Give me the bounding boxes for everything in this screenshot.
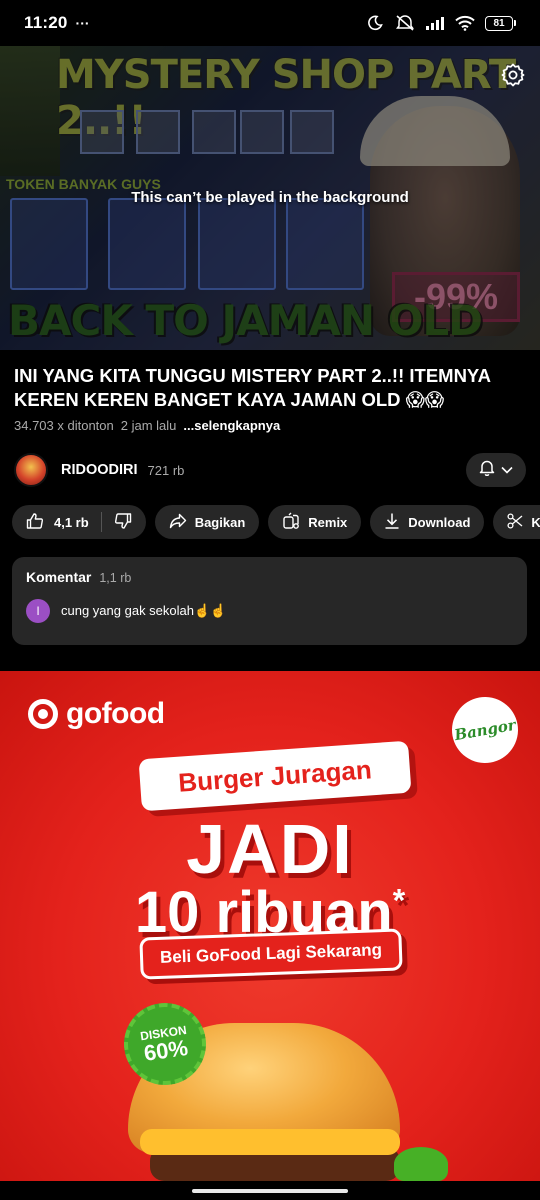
gofood-brand: gofood	[66, 697, 165, 730]
discount-value: 60%	[142, 1034, 190, 1066]
thumbs-down-icon	[114, 512, 132, 533]
view-count: 34.703 x ditonton	[14, 418, 114, 433]
ad-cta-pill: Beli GoFood Lagi Sekarang	[139, 928, 403, 980]
download-icon	[384, 512, 400, 533]
status-icons: 81	[365, 15, 516, 31]
show-more-link[interactable]: ...selengkapnya	[183, 418, 280, 433]
status-time: 11:20	[24, 13, 68, 32]
gesture-nav-bar	[0, 1181, 540, 1200]
channel-avatar[interactable]	[14, 453, 48, 487]
thumbs-up-icon	[26, 512, 44, 533]
upload-time: 2 jam lalu	[120, 418, 177, 433]
subscriber-count: 721 rb	[147, 462, 185, 478]
comments-header: Komentar 1,1 rb	[26, 569, 513, 585]
bell-icon	[479, 459, 495, 481]
download-label: Download	[408, 514, 471, 530]
share-icon	[169, 513, 187, 532]
chevron-down-icon	[501, 461, 513, 479]
download-button[interactable]: Download	[370, 505, 485, 539]
video-player[interactable]: MYSTERY SHOP PART 2..!! TOKEN BANYAK GUY…	[0, 46, 540, 350]
gofood-logo: gofood	[28, 697, 165, 731]
burger-lettuce-image	[394, 1147, 448, 1181]
channel-row: RIDOODIRI 721 rb	[14, 452, 526, 488]
video-meta[interactable]: 34.703 x ditonton 2 jam lalu ...selengka…	[14, 418, 280, 433]
gear-icon[interactable]	[500, 62, 526, 88]
dislike-button[interactable]	[114, 512, 132, 533]
comments-count: 1,1 rb	[99, 571, 132, 585]
comments-panel[interactable]: Komentar 1,1 rb I cung yang gak sekolah☝…	[12, 557, 527, 645]
status-bar: 11:20 ··· 81	[0, 0, 540, 46]
home-gesture-handle[interactable]	[192, 1189, 348, 1193]
remix-icon	[282, 512, 300, 533]
comments-title: Komentar	[26, 569, 92, 585]
video-title[interactable]: INI YANG KITA TUNGGU MISTERY PART 2..!! …	[14, 364, 524, 412]
burger-cheese-image	[140, 1129, 400, 1155]
moon-icon	[365, 15, 385, 31]
gofood-ad[interactable]: gofood Bangor Burger Juragan JADI 10 rib…	[0, 671, 540, 1181]
battery-level: 81	[485, 15, 513, 31]
muted-alarm-icon	[395, 15, 415, 31]
bangor-badge: Bangor	[446, 691, 524, 769]
ad-big-line-1: JADI	[186, 810, 354, 888]
remix-button[interactable]: Remix	[268, 505, 362, 539]
scissors-icon	[507, 512, 523, 532]
top-comment[interactable]: I cung yang gak sekolah☝️☝️	[26, 599, 513, 623]
share-button[interactable]: Bagikan	[154, 505, 260, 539]
channel-name[interactable]: RIDOODIRI	[61, 462, 138, 478]
chip-divider	[100, 512, 102, 532]
notification-bell-button[interactable]	[466, 453, 526, 487]
gofood-logo-icon	[28, 699, 58, 729]
wifi-icon	[455, 15, 475, 31]
remix-label: Remix	[308, 514, 348, 530]
like-dislike-chip: 4,1 rb	[12, 505, 146, 539]
like-count: 4,1 rb	[54, 514, 89, 530]
action-bar: 4,1 rb Bagikan Remix Download Klip	[12, 505, 540, 539]
clip-button[interactable]: Klip	[493, 505, 540, 539]
signal-icon	[425, 15, 445, 31]
comment-avatar: I	[26, 599, 50, 623]
comment-text: cung yang gak sekolah☝️☝️	[61, 603, 227, 618]
background-play-notice: This can’t be played in the background	[131, 189, 409, 206]
status-more-dots: ···	[75, 15, 90, 31]
like-button[interactable]: 4,1 rb	[26, 512, 89, 533]
battery-icon: 81	[485, 15, 516, 31]
ad-asterisk: *	[392, 882, 406, 919]
ad-headline-pill: Burger Juragan	[138, 740, 412, 812]
clip-label: Klip	[531, 514, 540, 530]
share-label: Bagikan	[194, 514, 246, 530]
